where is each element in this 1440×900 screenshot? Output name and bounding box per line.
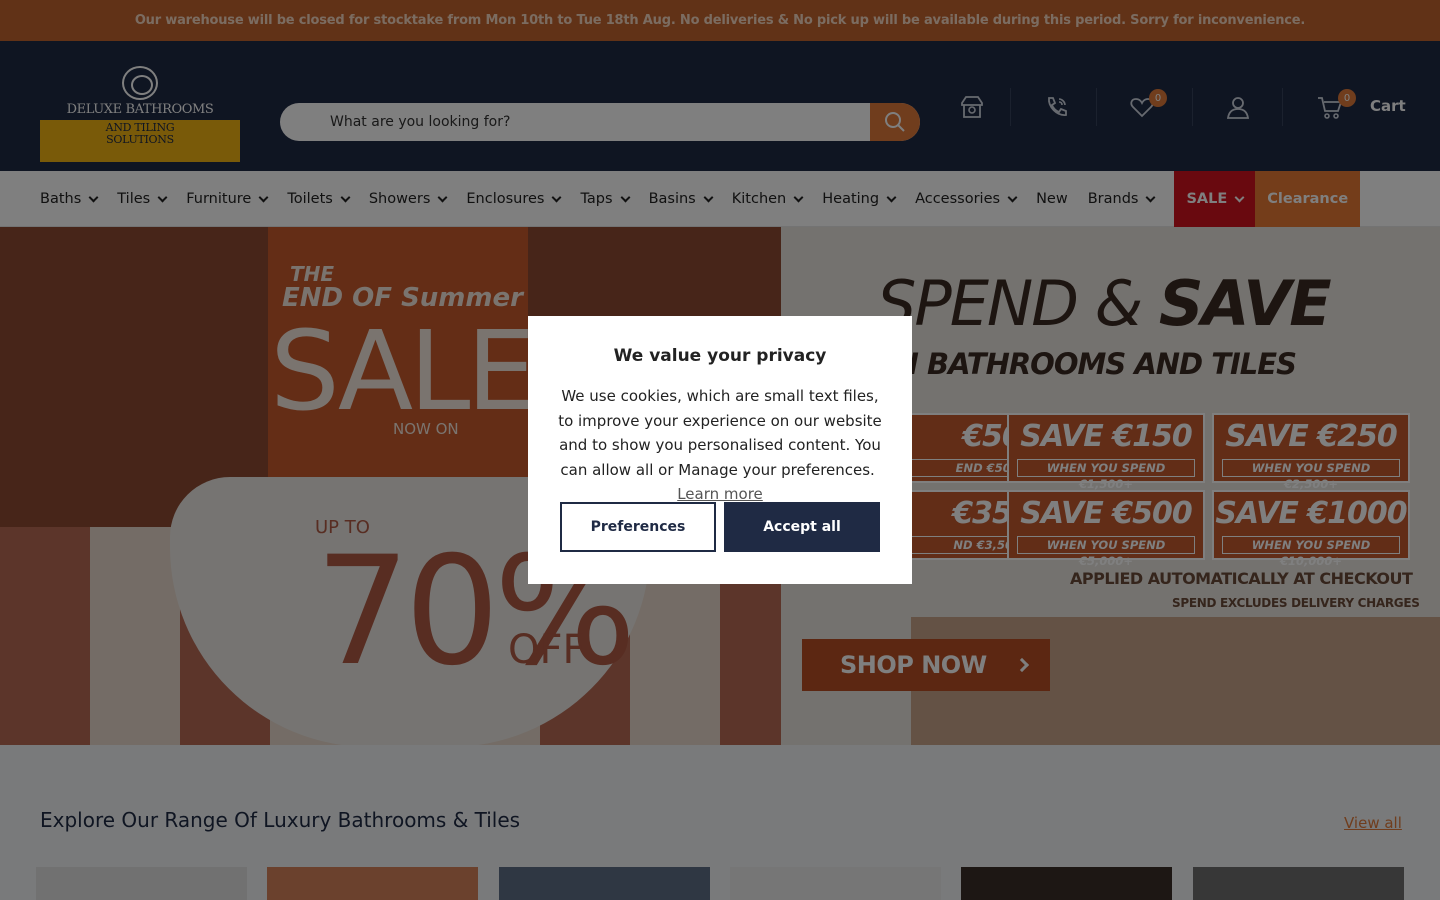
cookie-title: We value your privacy (613, 346, 827, 366)
cookie-dialog: We value your privacy We use cookies, wh… (528, 316, 912, 584)
cookie-body: We use cookies, which are small text fil… (556, 384, 884, 507)
cookie-body-text: We use cookies, which are small text fil… (558, 387, 882, 479)
preferences-button[interactable]: Preferences (560, 502, 716, 552)
accept-all-button[interactable]: Accept all (724, 502, 880, 552)
learn-more-link[interactable]: Learn more (677, 485, 763, 503)
